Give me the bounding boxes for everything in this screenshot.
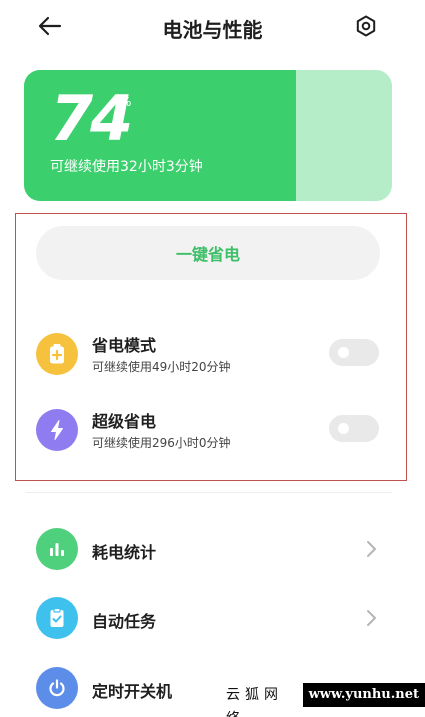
menu-item-label: 耗电统计 bbox=[92, 543, 157, 562]
settings-button[interactable] bbox=[350, 10, 382, 42]
chevron-right-icon bbox=[367, 541, 376, 557]
battery-remaining-time: 可继续使用32小时3分钟 bbox=[50, 159, 203, 175]
mode-title: 超级省电 bbox=[92, 412, 157, 431]
menu-item-auto-tasks[interactable]: 自动任务 bbox=[36, 597, 382, 641]
lightning-icon bbox=[51, 420, 63, 440]
mode-icon-circle bbox=[36, 333, 78, 375]
power-saving-toggle[interactable] bbox=[329, 339, 379, 366]
watermark-url-text: www.yunhu.net bbox=[302, 683, 425, 707]
battery-percent-unit: % bbox=[120, 95, 132, 109]
menu-icon-circle bbox=[36, 597, 78, 639]
clipboard-check-icon bbox=[50, 607, 64, 627]
mode-subtitle: 可继续使用49小时20分钟 bbox=[92, 360, 231, 374]
menu-item-label: 定时开关机 bbox=[92, 682, 173, 701]
ultra-power-saving-toggle[interactable] bbox=[329, 415, 379, 442]
ultra-power-saving-row[interactable]: 超级省电 可继续使用296小时0分钟 bbox=[36, 406, 381, 454]
menu-icon-circle bbox=[36, 667, 78, 709]
gear-icon bbox=[356, 15, 376, 37]
mode-title: 省电模式 bbox=[92, 336, 157, 355]
watermark-cn-text: 云狐网络 bbox=[222, 683, 303, 717]
site-watermark: 云狐网络 www.yunhu.net bbox=[222, 683, 425, 717]
chevron-right-icon bbox=[367, 610, 376, 626]
header-bar: 电池与性能 bbox=[0, 0, 425, 56]
menu-item-label: 自动任务 bbox=[92, 612, 157, 631]
mode-icon-circle bbox=[36, 409, 78, 451]
power-saving-mode-row[interactable]: 省电模式 可继续使用49小时20分钟 bbox=[36, 330, 381, 378]
battery-status-card[interactable]: 74 % 可继续使用32小时3分钟 bbox=[24, 70, 392, 201]
mode-subtitle: 可继续使用296小时0分钟 bbox=[92, 436, 231, 450]
bar-chart-icon bbox=[50, 543, 64, 556]
power-icon bbox=[49, 679, 65, 697]
menu-icon-circle bbox=[36, 528, 78, 570]
toggle-knob bbox=[338, 347, 349, 358]
battery-plus-icon bbox=[50, 344, 64, 364]
one-key-save-button[interactable]: 一键省电 bbox=[36, 226, 380, 280]
menu-item-usage-stats[interactable]: 耗电统计 bbox=[36, 528, 382, 572]
section-divider bbox=[26, 492, 392, 493]
battery-percent: 74 bbox=[50, 82, 133, 155]
toggle-knob bbox=[338, 423, 349, 434]
